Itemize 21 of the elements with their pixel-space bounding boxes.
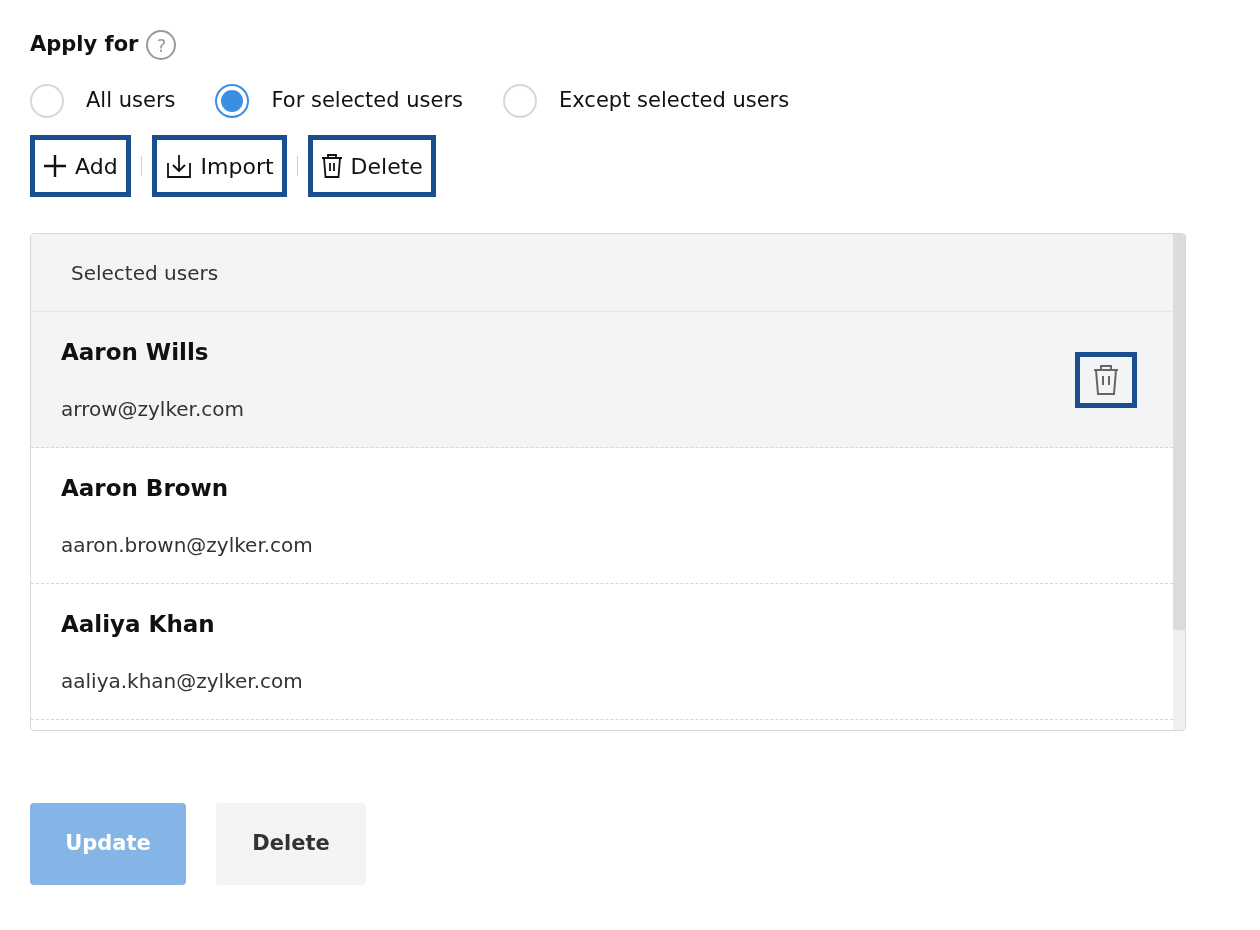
import-button[interactable]: Import <box>151 135 287 197</box>
list-header-label: Selected users <box>71 259 219 287</box>
delete-row-button[interactable] <box>1075 351 1137 408</box>
radio-option[interactable]: For selected users <box>215 84 464 118</box>
trash-icon <box>320 153 343 179</box>
add-button[interactable]: Add <box>30 135 131 197</box>
radio-option[interactable]: Except selected users <box>503 84 790 118</box>
download-tray-icon <box>164 153 193 179</box>
section-title: Apply for <box>30 31 139 59</box>
plus-icon <box>43 154 67 178</box>
user-name: Aaliya Khan <box>61 610 216 640</box>
trash-icon <box>1093 363 1119 396</box>
user-email: aaron.brown@zylker.com <box>61 531 314 559</box>
delete-button[interactable]: Delete <box>307 135 436 197</box>
user-row[interactable]: Aaron Wills arrow@zylker.com <box>31 312 1173 448</box>
user-email: arrow@zylker.com <box>61 395 246 423</box>
user-name: Aaron Brown <box>61 474 230 504</box>
user-name: Aaron Wills <box>61 338 210 368</box>
delete-button[interactable]: Delete <box>216 803 366 885</box>
user-email: aaliya.khan@zylker.com <box>61 667 304 695</box>
radio-option[interactable]: All users <box>30 84 176 118</box>
